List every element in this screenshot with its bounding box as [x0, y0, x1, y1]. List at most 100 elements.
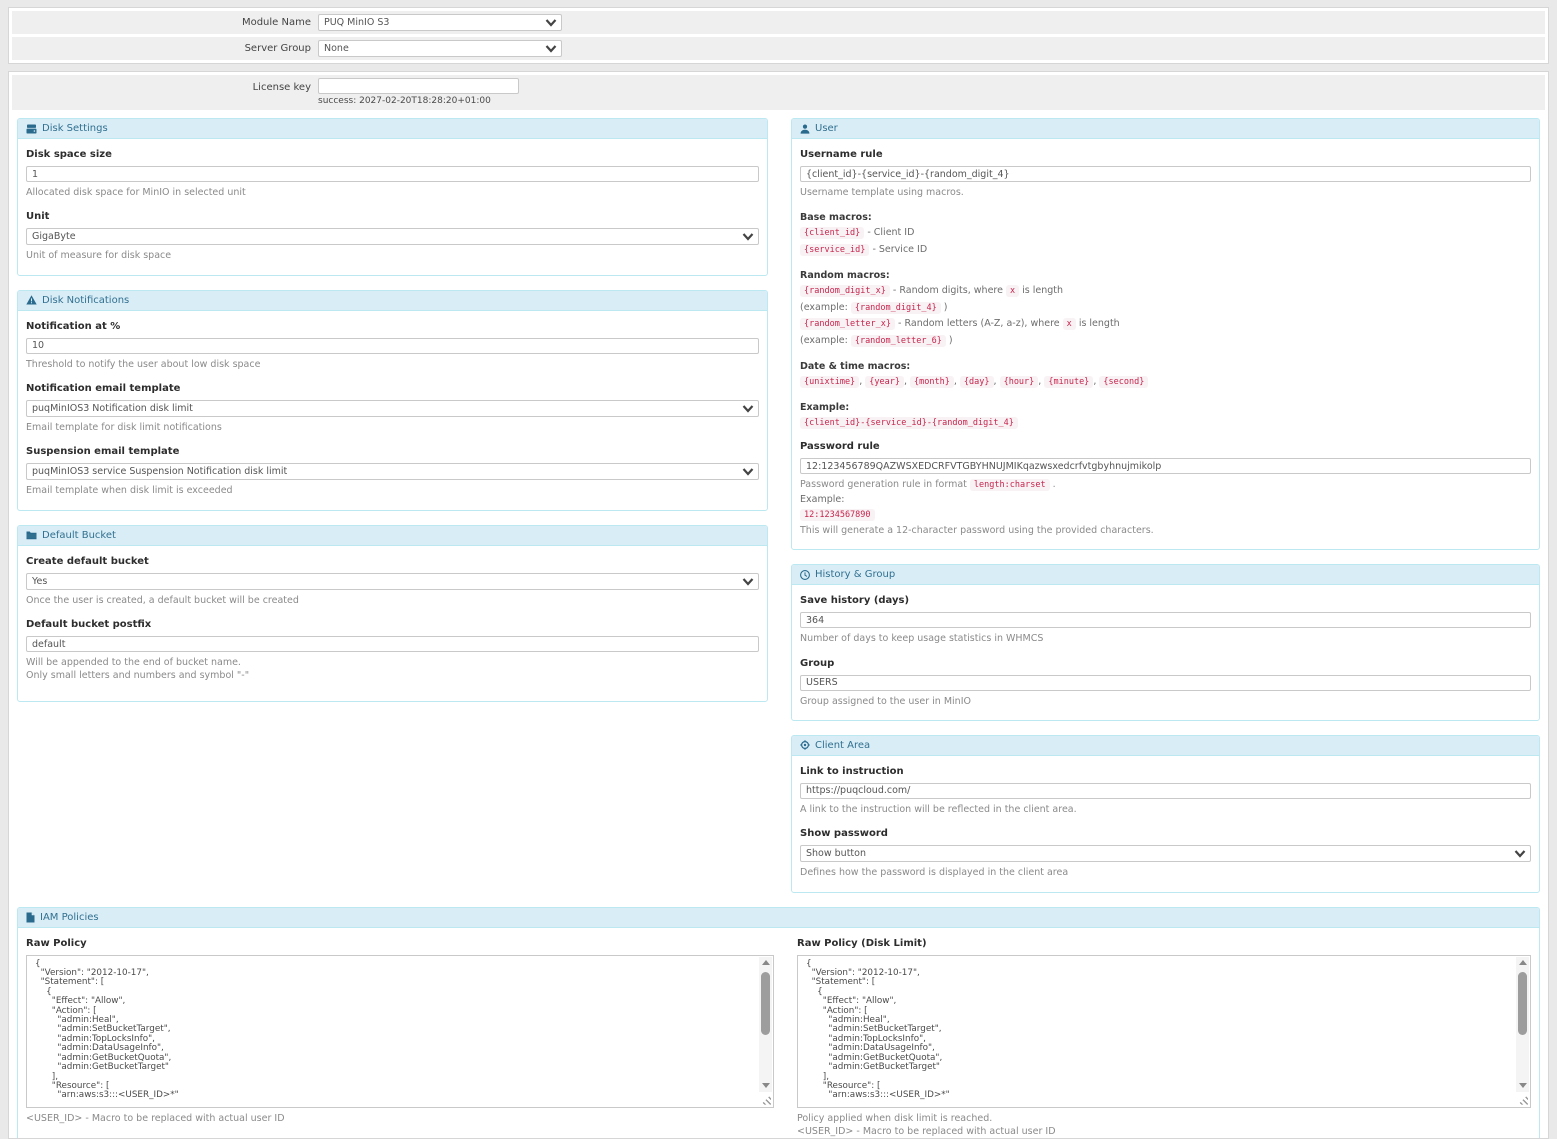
- panel-disk-notifications: Disk Notifications Notification at % Thr…: [17, 290, 768, 511]
- show-password-label: Show password: [800, 828, 1531, 839]
- group-input[interactable]: [800, 675, 1531, 691]
- suspension-template-help: Email template when disk limit is exceed…: [26, 485, 759, 497]
- unit-help: Unit of measure for disk space: [26, 250, 759, 262]
- is-length-text: is length: [1079, 318, 1120, 329]
- scroll-down-button[interactable]: [1516, 1079, 1529, 1092]
- username-rule-input[interactable]: [800, 166, 1531, 182]
- disk-space-help: Allocated disk space for MinIO in select…: [26, 187, 759, 199]
- show-password-help: Defines how the password is displayed in…: [800, 867, 1531, 879]
- raw-policy-help: <USER_ID> - Macro to be replaced with ac…: [26, 1113, 774, 1125]
- client-id-macro-line: {client_id} - Client ID: [800, 226, 1531, 240]
- unit-select[interactable]: GigaByte: [26, 228, 759, 245]
- save-history-label: Save history (days): [800, 595, 1531, 606]
- gear-icon: [800, 740, 810, 750]
- bucket-postfix-input[interactable]: [26, 636, 759, 652]
- second-code: {second}: [1099, 376, 1148, 388]
- disk-space-input[interactable]: [26, 166, 759, 182]
- license-key-input[interactable]: [318, 78, 519, 94]
- separator: ,: [904, 376, 907, 387]
- scrollbar-thumb[interactable]: [1518, 972, 1527, 1035]
- panel-user-header: User: [792, 119, 1539, 139]
- base-macros-heading: Base macros:: [800, 212, 1531, 223]
- hdd-icon: [26, 124, 37, 134]
- password-example-line: 12:1234567890: [800, 508, 1531, 522]
- panel-disk-notifications-header: Disk Notifications: [18, 291, 767, 311]
- client-id-code: {client_id}: [800, 227, 864, 239]
- group-help: Group assigned to the user in MinIO: [800, 696, 1531, 708]
- service-id-macro-line: {service_id} - Service ID: [800, 243, 1531, 257]
- save-history-input[interactable]: [800, 612, 1531, 628]
- instruction-link-help: A link to the instruction will be reflec…: [800, 804, 1531, 816]
- create-bucket-select[interactable]: Yes: [26, 573, 759, 590]
- random-macros-heading: Random macros:: [800, 270, 1531, 281]
- example-open: (example:: [800, 302, 848, 313]
- module-name-select[interactable]: PUQ MinIO S3: [318, 14, 562, 31]
- scrollbar[interactable]: [1516, 957, 1529, 1092]
- example-close: ): [949, 335, 953, 346]
- scrollbar-thumb[interactable]: [761, 972, 770, 1035]
- scroll-up-button[interactable]: [1516, 957, 1529, 970]
- license-status-text: success: 2027-02-20T18:28:20+01:00: [318, 96, 519, 107]
- random-digit-example-line: (example: {random_digit_4} ): [800, 301, 1531, 315]
- unit-label: Unit: [26, 211, 759, 222]
- notification-template-help: Email template for disk limit notificati…: [26, 422, 759, 434]
- random-letter-example-code: {random_letter_6}: [851, 335, 946, 347]
- clock-icon: [800, 570, 810, 580]
- panel-title: Disk Notifications: [42, 295, 129, 306]
- username-example-line: {client_id}-{service_id}-{random_digit_4…: [800, 416, 1531, 430]
- panel-iam-policies-header: IAM Policies: [18, 908, 1539, 928]
- username-rule-help: Username template using macros.: [800, 187, 1531, 199]
- service-id-code: {service_id}: [800, 244, 869, 256]
- panel-iam-policies: IAM Policies Raw Policy { "Version": "20…: [17, 907, 1540, 1139]
- notification-template-select[interactable]: puqMinIOS3 Notification disk limit: [26, 400, 759, 417]
- server-group-row: Server Group None: [12, 37, 1545, 60]
- panel-default-bucket: Default Bucket Create default bucket Yes…: [17, 525, 768, 702]
- example-heading: Example:: [800, 402, 1531, 413]
- panel-title: Client Area: [815, 740, 870, 751]
- suspension-template-select[interactable]: puqMinIOS3 service Suspension Notificati…: [26, 463, 759, 480]
- scroll-up-button[interactable]: [759, 957, 772, 970]
- datetime-macros-heading: Date & time macros:: [800, 361, 1531, 372]
- folder-icon: [26, 530, 37, 540]
- panel-title: Disk Settings: [42, 123, 108, 134]
- x-code: x: [1006, 285, 1019, 297]
- disk-space-label: Disk space size: [26, 149, 759, 160]
- password-rule-help: Password generation rule in format lengt…: [800, 479, 1531, 491]
- panel-disk-settings-header: Disk Settings: [18, 119, 767, 139]
- random-letter-code: {random_letter_x}: [800, 318, 895, 330]
- notification-at-input[interactable]: [26, 338, 759, 354]
- save-history-help: Number of days to keep usage statistics …: [800, 633, 1531, 645]
- random-letter-desc: - Random letters (A-Z, a-z), where: [898, 318, 1060, 329]
- instruction-link-input[interactable]: [800, 783, 1531, 799]
- panel-title: History & Group: [815, 569, 895, 580]
- random-letter-example-line: (example: {random_letter_6} ): [800, 334, 1531, 348]
- password-rule-input[interactable]: [800, 458, 1531, 474]
- service-id-desc: - Service ID: [872, 244, 927, 255]
- module-name-label: Module Name: [18, 17, 318, 28]
- module-settings-box: License key success: 2027-02-20T18:28:20…: [8, 71, 1549, 1139]
- server-group-select[interactable]: None: [318, 40, 562, 57]
- random-letter-macro-line: {random_letter_x} - Random letters (A-Z,…: [800, 317, 1531, 331]
- panel-default-bucket-header: Default Bucket: [18, 526, 767, 546]
- panel-user: User Username rule Username template usi…: [791, 118, 1540, 550]
- username-example-code: {client_id}-{service_id}-{random_digit_4…: [800, 417, 1018, 429]
- client-id-desc: - Client ID: [867, 227, 914, 238]
- show-password-select[interactable]: Show button: [800, 845, 1531, 862]
- day-code: {day}: [960, 376, 994, 388]
- notification-template-label: Notification email template: [26, 383, 759, 394]
- scrollbar[interactable]: [759, 957, 772, 1092]
- panel-title: User: [815, 123, 838, 134]
- raw-policy-disk-textarea[interactable]: { "Version": "2012-10-17", "Statement": …: [798, 956, 1530, 1107]
- datetime-macros-line: {unixtime}, {year}, {month}, {day}, {hou…: [800, 375, 1531, 389]
- minute-code: {minute}: [1044, 376, 1093, 388]
- module-name-row: Module Name PUQ MinIO S3: [12, 11, 1545, 34]
- length-charset-code: length:charset: [970, 479, 1050, 491]
- panel-history-group: History & Group Save history (days) Numb…: [791, 564, 1540, 721]
- raw-policy-textarea[interactable]: { "Version": "2012-10-17", "Statement": …: [27, 956, 773, 1107]
- password-rule-label: Password rule: [800, 441, 1531, 452]
- panel-disk-settings: Disk Settings Disk space size Allocated …: [17, 118, 768, 276]
- raw-policy-label: Raw Policy: [26, 938, 774, 949]
- random-digit-desc: - Random digits, where: [893, 285, 1003, 296]
- warning-icon: [26, 295, 37, 305]
- scroll-down-button[interactable]: [759, 1079, 772, 1092]
